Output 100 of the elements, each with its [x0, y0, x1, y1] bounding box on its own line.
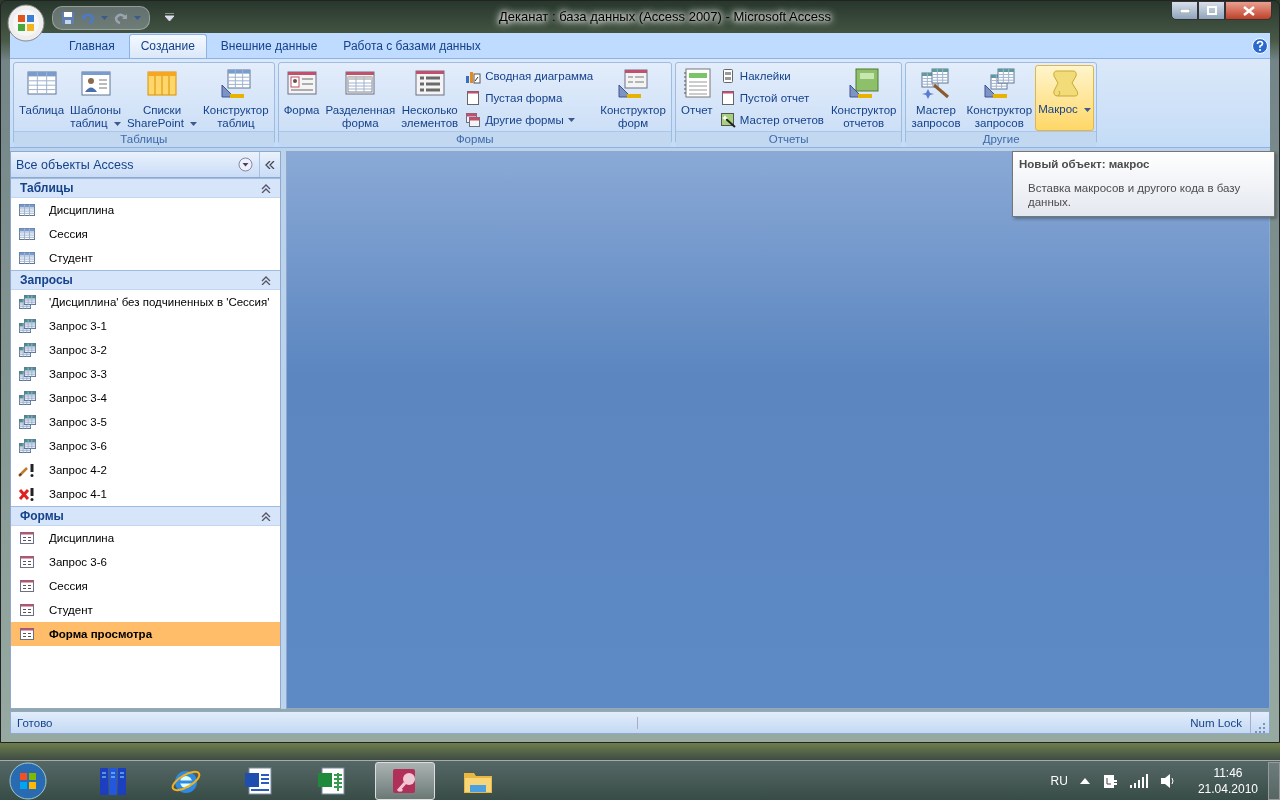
cross-exclamation-icon — [18, 486, 36, 502]
books-icon — [97, 765, 129, 797]
ribbon-button[interactable]: Другие формы — [463, 109, 596, 131]
query-icon — [18, 342, 36, 358]
forms-icon — [465, 112, 482, 128]
clock-date: 21.04.2010 — [1197, 781, 1258, 797]
form-icon — [18, 554, 36, 570]
ribbon-button[interactable]: Форма — [280, 65, 323, 131]
navigation-item[interactable]: Дисциплина — [11, 526, 280, 550]
start-button[interactable] — [6, 761, 50, 800]
navigation-item[interactable]: Запрос 4-1 — [11, 482, 280, 506]
office-button-icon — [6, 3, 46, 43]
ribbon-button[interactable]: Наклейки — [717, 65, 826, 87]
navigation-item[interactable]: Запрос 3-2 — [11, 338, 280, 362]
window-title: Деканат : база данных (Access 2007) - Microsoft Access — [498, 9, 832, 24]
clock[interactable]: 11:46 21.04.2010 — [1197, 765, 1258, 797]
navigation-item[interactable]: Студент — [11, 246, 280, 270]
dropdown-icon — [238, 157, 253, 172]
ribbon-button[interactable]: Конструктор форм — [597, 65, 669, 131]
blank-page-icon — [719, 90, 736, 106]
form-icon — [18, 602, 36, 618]
group-header[interactable]: Запросы — [11, 270, 280, 290]
ribbon-button[interactable]: Конструктор таблиц — [200, 65, 272, 131]
navigation-item[interactable]: Запрос 3-5 — [11, 410, 280, 434]
ribbon-button[interactable]: Несколько элементов — [398, 65, 462, 131]
close-icon — [1242, 5, 1255, 16]
ribbon-button[interactable]: Макрос — [1035, 65, 1094, 131]
form-icon — [18, 530, 36, 546]
signal-bars-icon — [1129, 774, 1148, 788]
navigation-item[interactable]: Запрос 4-2 — [11, 458, 280, 482]
ribbon-button[interactable]: Пустой отчет — [717, 87, 826, 109]
undo-icon — [81, 11, 95, 25]
table-icon — [18, 202, 36, 218]
resize-grip-icon — [1255, 723, 1265, 733]
ribbon-button[interactable]: Сводная диаграмма — [463, 65, 596, 87]
document-icon — [243, 765, 275, 797]
query-wizard-icon — [920, 67, 952, 99]
navigation-item[interactable]: Запрос 3-4 — [11, 386, 280, 410]
navigation-item[interactable]: Форма просмотра — [11, 622, 280, 646]
power-plug-icon — [1101, 772, 1118, 790]
navigation-item[interactable]: Запрос 3-6 — [11, 550, 280, 574]
caret-icon — [1084, 107, 1091, 112]
group-label: Таблицы — [14, 131, 274, 147]
close-button[interactable] — [1225, 1, 1272, 20]
ribbon-button[interactable]: Шаблоны таблиц — [67, 65, 124, 131]
tooltip-title: Новый объект: макрос — [1019, 158, 1151, 170]
show-hidden-icons-icon — [1079, 778, 1090, 784]
tooltip-text: Вставка макросов и другого кода в базу данных. — [1027, 181, 1242, 209]
query-icon — [18, 390, 36, 406]
caret-icon — [567, 118, 575, 122]
ribbon-button[interactable]: Таблица — [16, 65, 68, 131]
form-design-icon — [617, 67, 650, 99]
taskbar-button[interactable] — [375, 762, 435, 800]
help-icon — [1252, 38, 1268, 54]
form-icon — [18, 626, 36, 642]
windows-logo-icon — [9, 762, 47, 800]
status-text: Готово — [11, 716, 638, 729]
redo-dropdown-icon — [134, 16, 141, 20]
query-icon — [18, 366, 36, 382]
ribbon-button[interactable]: Конструктор запросов — [963, 65, 1036, 131]
ribbon-tab[interactable]: Создание — [128, 34, 207, 58]
query-icon — [18, 414, 36, 430]
blank-page-icon — [465, 90, 482, 106]
navigation-item[interactable]: 'Дисциплина' без подчиненных в 'Сессия' — [11, 290, 280, 314]
table-design-icon — [219, 67, 252, 99]
group-label: Другие — [906, 131, 1096, 147]
maximize-icon — [1206, 6, 1217, 15]
ribbon-button[interactable]: Списки SharePoint — [123, 65, 201, 131]
multiple-items-form-icon — [413, 67, 446, 99]
navigation-pane-header[interactable]: Все объекты Access — [11, 152, 280, 178]
navigation-item[interactable]: Запрос 3-3 — [11, 362, 280, 386]
undo-dropdown-icon — [101, 16, 108, 20]
ribbon-button[interactable]: Отчет — [677, 65, 716, 131]
status-indicator: Num Lock — [1190, 716, 1243, 729]
caret-icon — [190, 121, 198, 126]
navigation-item[interactable]: Сессия — [11, 222, 280, 246]
language-indicator[interactable]: RU — [1050, 774, 1068, 788]
group-header[interactable]: Формы — [11, 506, 280, 526]
clock-time: 11:46 — [1213, 765, 1243, 781]
ribbon-tab[interactable]: Работа с базами данных — [331, 34, 493, 58]
table-icon — [18, 226, 36, 242]
ribbon-tab[interactable]: Главная — [57, 34, 127, 58]
spreadsheet-icon — [316, 765, 348, 797]
maximize-button[interactable] — [1198, 1, 1225, 20]
pencil-exclamation-icon — [18, 462, 36, 478]
navigation-item[interactable]: Дисциплина — [11, 198, 280, 222]
navigation-item[interactable]: Запрос 3-1 — [11, 314, 280, 338]
ribbon-tab[interactable]: Внешние данные — [208, 34, 330, 58]
form-icon — [18, 578, 36, 594]
ribbon-button[interactable]: Разделенная форма — [322, 65, 399, 131]
group-header[interactable]: Таблицы — [11, 178, 280, 198]
minimize-button[interactable] — [1171, 1, 1198, 20]
ribbon-button[interactable]: Мастер отчетов — [717, 109, 826, 131]
group-label: Отчеты — [675, 131, 902, 147]
ribbon-button[interactable]: Конструктор отчетов — [827, 65, 900, 131]
ribbon-button[interactable]: Пустая форма — [463, 87, 596, 109]
navigation-item[interactable]: Студент — [11, 598, 280, 622]
ribbon-button[interactable]: Мастер запросов — [908, 65, 964, 131]
navigation-item[interactable]: Сессия — [11, 574, 280, 598]
navigation-item[interactable]: Запрос 3-6 — [11, 434, 280, 458]
